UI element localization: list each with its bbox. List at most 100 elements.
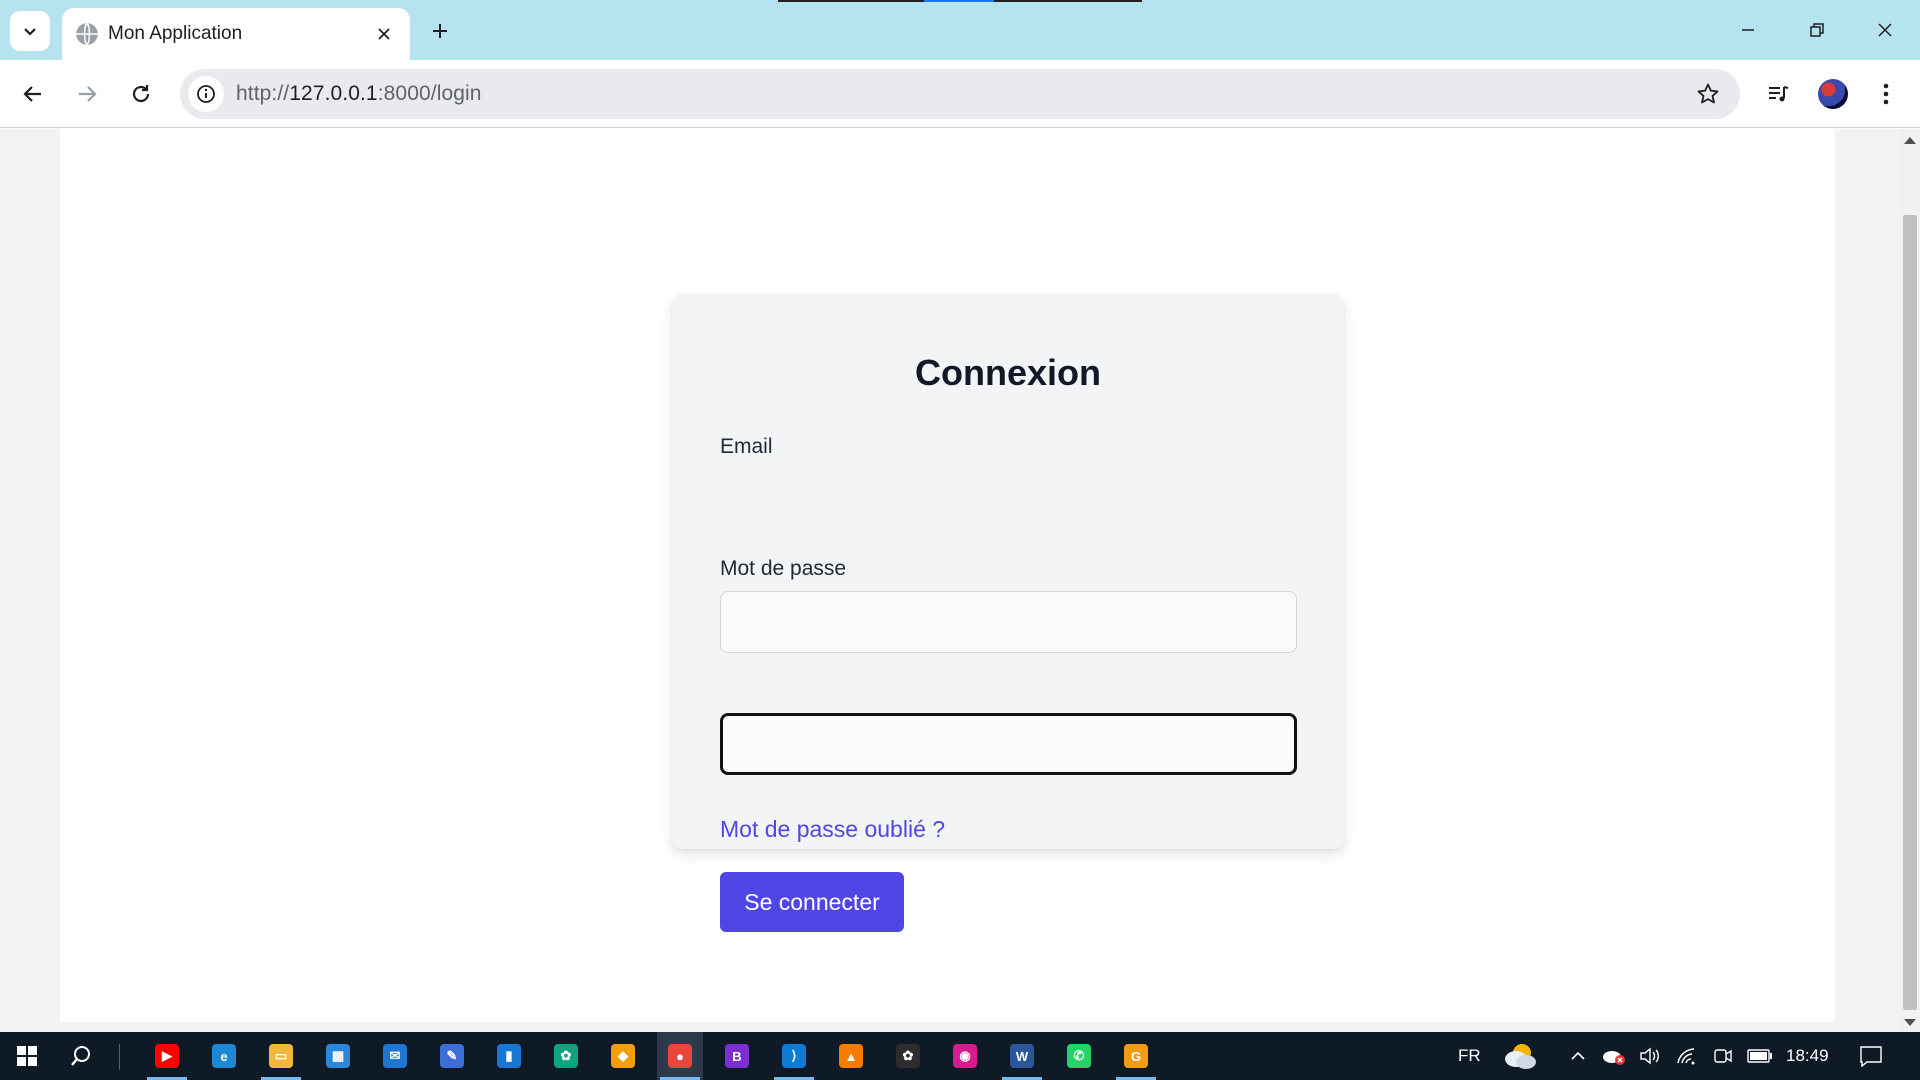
url-text: http://127.0.0.1:8000/login xyxy=(236,82,482,106)
media-controls-button[interactable] xyxy=(1758,74,1798,114)
taskbar-app-orange-app[interactable]: G xyxy=(1113,1032,1159,1080)
minimize-button[interactable] xyxy=(1725,8,1771,52)
taskbar-app-mail[interactable]: ✉ xyxy=(372,1032,418,1080)
restore-button[interactable] xyxy=(1794,8,1840,52)
browser-tab-active[interactable]: Mon Application xyxy=(62,8,410,60)
taskbar-app-word[interactable]: W xyxy=(999,1032,1045,1080)
more-vertical-icon xyxy=(1883,83,1889,105)
password-field[interactable] xyxy=(720,713,1297,775)
taskbar-app-microsoft-store[interactable]: ▦ xyxy=(315,1032,361,1080)
taskbar-app-blue-app[interactable]: ▮ xyxy=(486,1032,532,1080)
taskbar-app-chatgpt[interactable]: ✿ xyxy=(543,1032,589,1080)
taskbar-app-vscode[interactable]: ⟩ xyxy=(771,1032,817,1080)
login-card: Connexion Email Mot de passe Mot de pass… xyxy=(672,294,1344,932)
new-tab-button[interactable] xyxy=(422,13,458,49)
plus-icon xyxy=(433,24,447,38)
taskbar-separator xyxy=(119,1044,120,1070)
wifi-icon xyxy=(1677,1048,1695,1065)
url-path: :8000/login xyxy=(377,82,482,105)
clock[interactable]: 18:49 xyxy=(1786,1046,1829,1066)
back-button[interactable] xyxy=(13,74,53,114)
shield-app-icon: ◆ xyxy=(611,1044,635,1068)
taskbar-app-chrome[interactable]: ● xyxy=(657,1032,703,1080)
minimize-icon xyxy=(1742,29,1754,31)
taskbar-app-youtube[interactable]: ▶ xyxy=(144,1032,190,1080)
url-scheme: http:// xyxy=(236,82,290,105)
tool-app-icon: ◉ xyxy=(953,1044,977,1068)
windows-taskbar: ▶ e ▭ ▦ ✉ ✎ ▮ ✿ ◆ ● B ⟩ ▲ ✿ ◉ W ✆ G FR 18:49 xyxy=(0,1032,1920,1080)
taskbar-app-tool-app[interactable]: ◉ xyxy=(942,1032,988,1080)
weather-widget[interactable] xyxy=(1497,1032,1543,1080)
reload-icon xyxy=(132,85,150,103)
window-drag-indicator-accent xyxy=(924,0,994,2)
arrow-right-icon xyxy=(79,86,97,102)
youtube-icon: ▶ xyxy=(155,1044,179,1068)
triangle-app-icon: ▲ xyxy=(839,1044,863,1068)
page-scrollbar[interactable] xyxy=(1900,129,1920,1032)
taskbar-app-shield-app[interactable]: ◆ xyxy=(600,1032,646,1080)
profile-avatar[interactable] xyxy=(1818,79,1848,109)
chrome-icon: ● xyxy=(668,1044,692,1068)
email-field[interactable] xyxy=(720,591,1297,653)
site-info-button[interactable] xyxy=(188,76,224,112)
language-indicator[interactable]: FR xyxy=(1458,1046,1481,1066)
battery-indicator[interactable] xyxy=(1737,1032,1783,1080)
word-icon: W xyxy=(1010,1044,1034,1068)
chatgpt-icon: ✿ xyxy=(554,1044,578,1068)
password-label: Mot de passe xyxy=(720,557,847,580)
taskbar-app-file-explorer[interactable]: ▭ xyxy=(258,1032,304,1080)
email-label: Email xyxy=(720,435,773,458)
bootstrap-app-icon: B xyxy=(725,1044,749,1068)
url-host: 127.0.0.1 xyxy=(289,82,378,105)
notification-icon xyxy=(1860,1046,1882,1067)
edge-icon: e xyxy=(212,1044,236,1068)
tab-close-button[interactable] xyxy=(370,20,398,48)
chevron-down-icon xyxy=(24,28,36,36)
star-icon xyxy=(1697,83,1719,104)
restore-icon xyxy=(1810,23,1824,37)
login-submit-button[interactable]: Se connecter xyxy=(720,872,904,932)
openai-icon: ✿ xyxy=(896,1044,920,1068)
tab-title: Mon Application xyxy=(108,23,243,44)
scrollbar-thumb[interactable] xyxy=(1903,215,1917,1010)
vscode-icon: ⟩ xyxy=(782,1044,806,1068)
chevron-up-icon xyxy=(1571,1051,1585,1060)
taskbar-app-edge[interactable]: e xyxy=(201,1032,247,1080)
bookmark-button[interactable] xyxy=(1692,78,1724,110)
tab-search-button[interactable] xyxy=(10,11,50,51)
close-icon xyxy=(378,28,390,40)
taskbar-app-pen-app[interactable]: ✎ xyxy=(429,1032,475,1080)
login-title: Connexion xyxy=(915,352,1101,393)
taskbar-app-triangle-app[interactable]: ▲ xyxy=(828,1032,874,1080)
whatsapp-icon: ✆ xyxy=(1067,1044,1091,1068)
microsoft-store-icon: ▦ xyxy=(326,1044,350,1068)
search-button[interactable] xyxy=(58,1032,104,1080)
page-content: Connexion Email Mot de passe Mot de pass… xyxy=(60,129,1835,1022)
playlist-music-icon xyxy=(1769,86,1789,102)
start-button[interactable] xyxy=(4,1032,50,1080)
camera-icon xyxy=(1714,1049,1732,1063)
weather-cloud-icon xyxy=(1505,1044,1536,1069)
forward-button[interactable] xyxy=(67,74,107,114)
pen-app-icon: ✎ xyxy=(440,1044,464,1068)
browser-tab-strip: Mon Application xyxy=(0,0,1920,60)
speaker-icon xyxy=(1640,1047,1659,1065)
close-window-button[interactable] xyxy=(1862,8,1908,52)
address-bar[interactable]: http://127.0.0.1:8000/login xyxy=(180,69,1740,119)
search-icon xyxy=(71,1046,90,1066)
reload-button[interactable] xyxy=(121,74,161,114)
blue-app-icon: ▮ xyxy=(497,1044,521,1068)
file-explorer-icon: ▭ xyxy=(269,1044,293,1068)
page-viewport: Connexion Email Mot de passe Mot de pass… xyxy=(0,129,1900,1032)
globe-icon xyxy=(76,22,98,46)
scroll-up-arrow-icon[interactable] xyxy=(1904,137,1916,144)
taskbar-app-openai[interactable]: ✿ xyxy=(885,1032,931,1080)
windows-logo-icon xyxy=(17,1046,37,1066)
notification-center-button[interactable] xyxy=(1848,1032,1894,1080)
close-icon xyxy=(1878,23,1892,37)
taskbar-app-whatsapp[interactable]: ✆ xyxy=(1056,1032,1102,1080)
browser-menu-button[interactable] xyxy=(1866,74,1906,114)
scroll-down-arrow-icon[interactable] xyxy=(1904,1019,1916,1026)
taskbar-app-bootstrap-app[interactable]: B xyxy=(714,1032,760,1080)
forgot-password-link[interactable]: Mot de passe oublié ? xyxy=(720,816,945,843)
